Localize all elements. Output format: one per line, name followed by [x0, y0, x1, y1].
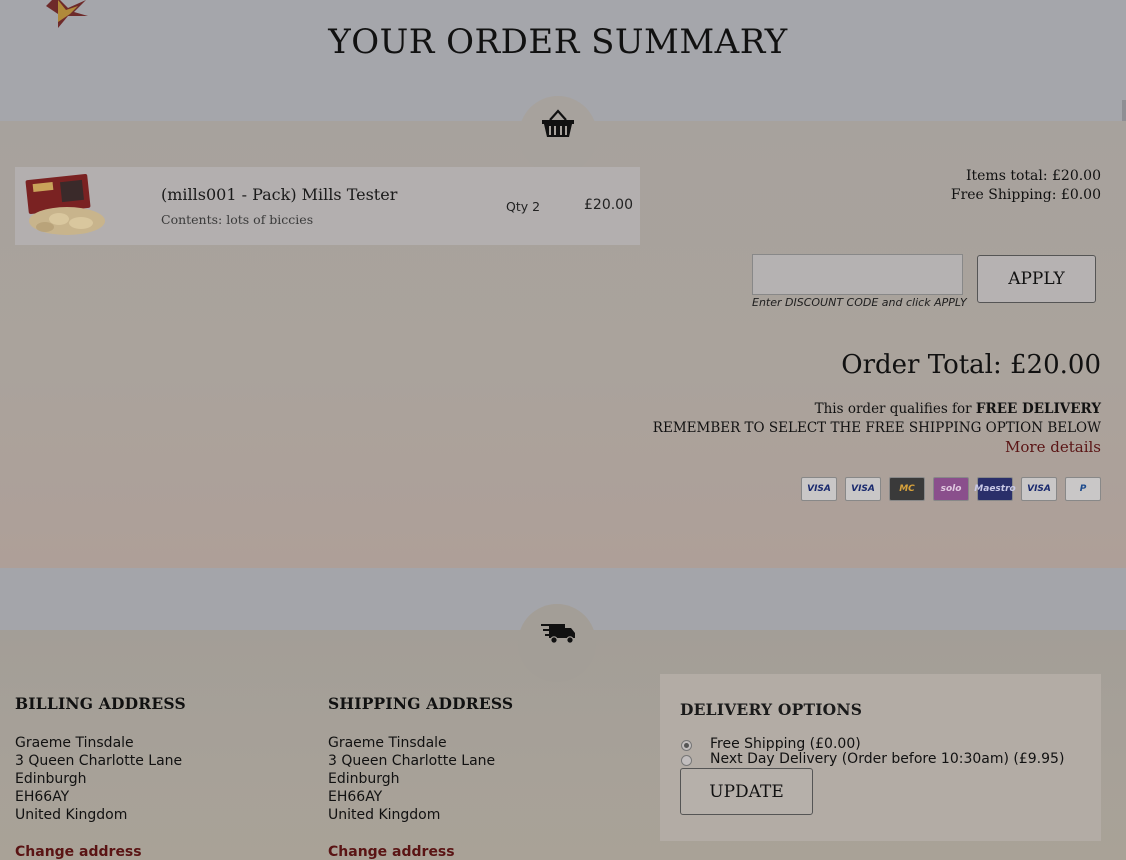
visa-debit-icon: VISA: [1021, 477, 1057, 501]
product-image[interactable]: [23, 173, 111, 239]
mastercard-icon: MC: [889, 477, 925, 501]
basket-icon: [542, 109, 574, 137]
shipping-line: Edinburgh: [328, 771, 400, 787]
delivery-options-panel: DELIVERY OPTIONS Free Shipping (£0.00) N…: [660, 674, 1101, 841]
free-delivery-prefix: This order qualifies for: [814, 401, 976, 417]
free-delivery-line: This order qualifies for FREE DELIVERY: [653, 400, 1101, 419]
billing-line: Graeme Tinsdale: [15, 735, 134, 751]
update-delivery-button[interactable]: UPDATE: [680, 768, 813, 815]
free-delivery-emphasis: FREE DELIVERY: [975, 401, 1101, 417]
page-title: YOUR ORDER SUMMARY: [328, 22, 788, 62]
item-contents: Contents: lots of biccies: [161, 212, 314, 227]
discount-hint: Enter DISCOUNT CODE and click APPLY: [752, 296, 967, 309]
delivery-truck-icon: [541, 624, 575, 644]
totals-summary: Items total: £20.00 Free Shipping: £0.00: [951, 167, 1101, 205]
maestro-icon: Maestro: [974, 477, 1016, 501]
items-total: Items total: £20.00: [965, 168, 1101, 184]
visa-icon: VISA: [801, 477, 837, 501]
payment-methods: VISA VISA MC solo Maestro VISA P: [801, 477, 1101, 501]
order-total: Order Total: £20.00: [841, 350, 1101, 380]
billing-line: Edinburgh: [15, 771, 87, 787]
more-details-link[interactable]: More details: [1005, 438, 1101, 456]
shipping-line: Graeme Tinsdale: [328, 735, 447, 751]
item-price: £20.00: [584, 197, 633, 213]
shipping-line: 3 Queen Charlotte Lane: [328, 753, 496, 769]
billing-address: BILLING ADDRESS Graeme Tinsdale 3 Queen …: [15, 694, 315, 860]
radio-free-shipping[interactable]: [681, 740, 692, 751]
radio-next-day[interactable]: [681, 755, 692, 766]
discount-code-input[interactable]: [752, 254, 963, 295]
shipping-total: Free Shipping: £0.00: [950, 187, 1101, 203]
free-delivery-reminder: REMEMBER TO SELECT THE FREE SHIPPING OPT…: [652, 420, 1101, 436]
shipping-heading: SHIPPING ADDRESS: [328, 694, 514, 713]
apply-discount-button[interactable]: APPLY: [977, 255, 1096, 303]
item-quantity: Qty 2: [506, 199, 541, 214]
delivery-options-heading: DELIVERY OPTIONS: [680, 700, 863, 719]
paypal-icon: P: [1065, 477, 1101, 501]
item-name[interactable]: (mills001 - Pack) Mills Tester: [161, 185, 397, 204]
solo-icon: solo: [933, 477, 969, 501]
change-billing-address-link[interactable]: Change address: [15, 844, 315, 860]
free-delivery-note: This order qualifies for FREE DELIVERY R…: [653, 400, 1101, 438]
billing-line: 3 Queen Charlotte Lane: [15, 753, 183, 769]
billing-line: EH66AY: [15, 789, 70, 805]
billing-heading: BILLING ADDRESS: [15, 694, 186, 713]
change-shipping-address-link[interactable]: Change address: [328, 844, 628, 860]
billing-line: United Kingdom: [15, 807, 128, 823]
shipping-line: EH66AY: [328, 789, 383, 805]
shipping-address: SHIPPING ADDRESS Graeme Tinsdale 3 Queen…: [328, 694, 628, 860]
option-label[interactable]: Next Day Delivery (Order before 10:30am)…: [710, 751, 1064, 767]
basket-item: (mills001 - Pack) Mills Tester Contents:…: [15, 167, 640, 245]
visa-electron-icon: VISA: [845, 477, 881, 501]
option-label[interactable]: Free Shipping (£0.00): [710, 736, 861, 752]
shipping-line: United Kingdom: [328, 807, 441, 823]
